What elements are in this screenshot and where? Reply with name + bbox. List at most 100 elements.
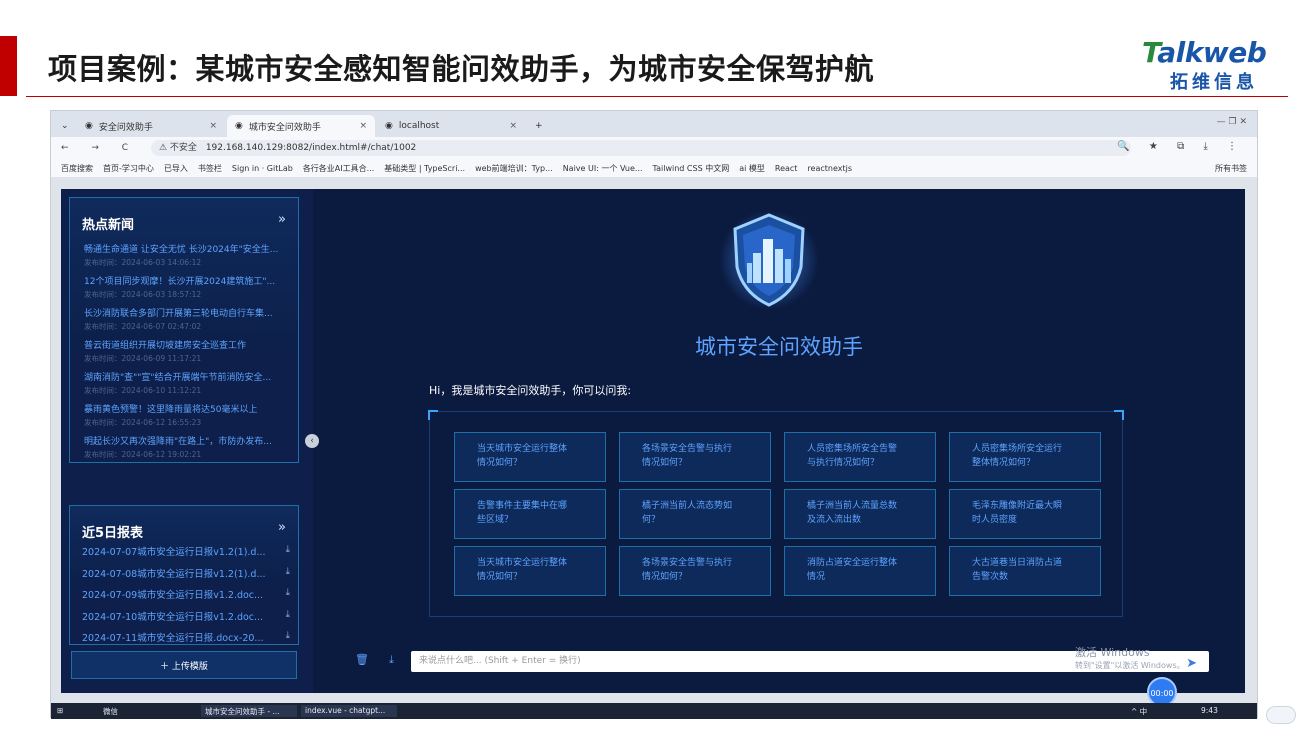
news-heading: 热点新闻 (82, 218, 135, 233)
news-time: 发布时间：2024-06-07 02:47:02 (84, 322, 202, 331)
bookmarks-bar: 百度搜索 首页-学习中心 已导入 书签栏 Sign in · GitLab 各行各业AI工… (51, 159, 1257, 177)
browser-window: ⌄ ◉ 安全问效助手 × ◉ 城市安全问效助手 × ◉ localhost × … (50, 110, 1258, 719)
download-icon[interactable]: ⤓ (389, 653, 394, 667)
news-item[interactable]: 普云街道组织开展切坡建房安全巡查工作 发布时间：2024-06-09 11:17:… (84, 338, 294, 364)
news-time: 发布时间：2024-06-09 11:17:21 (84, 354, 202, 363)
report-item[interactable]: 2024-07-10城市安全运行日报v1.2.doc... ⤓ (82, 609, 290, 623)
reports-more-icon[interactable]: » (278, 520, 286, 535)
news-title: 明起长沙又再次强降雨"在路上"，市防办发布... (84, 437, 272, 447)
taskbar-wechat[interactable]: 微信 (103, 706, 118, 717)
close-icon[interactable]: × (509, 121, 517, 131)
bookmark-item[interactable]: 已导入 (164, 163, 188, 174)
bookmark-item[interactable]: Naive UI: 一个 Vue... (563, 163, 643, 174)
close-icon[interactable]: × (209, 121, 217, 131)
address-bar-actions[interactable]: 🔍 ★ ⧉ ⤓ ⋮ (1117, 141, 1245, 152)
address-bar-row: ← → C ⌂ ⚠ 不安全 192.168.140.129:8082/index… (51, 137, 1257, 159)
news-item[interactable]: 湖南消防"查""宣"结合开展端午节前消防安全... 发布时间：2024-06-10… (84, 370, 294, 396)
report-item[interactable]: 2024-07-07城市安全运行日报v1.2(1).d... ⤓ (82, 544, 290, 558)
bookmark-item[interactable]: reactnextjs (807, 164, 852, 173)
download-icon[interactable]: ⤓ (286, 544, 290, 558)
reports-panel: 近5日报表 » 2024-07-07城市安全运行日报v1.2(1).d... ⤓ 2… (69, 505, 299, 645)
download-icon[interactable]: ⤓ (286, 587, 290, 601)
tab-favicon-icon: ◉ (235, 121, 243, 131)
title-accent-bar (0, 36, 17, 96)
bookmark-item[interactable]: 首页-学习中心 (103, 163, 154, 174)
logo-word: Talkweb (1142, 36, 1267, 69)
system-tray[interactable]: ^ 中 (1131, 706, 1147, 717)
download-icon[interactable]: ⤓ (286, 566, 290, 580)
news-time: 发布时间：2024-06-03 18:57:12 (84, 290, 202, 299)
news-time: 发布时间：2024-06-03 14:06:12 (84, 258, 202, 267)
upload-template-button[interactable]: ＋ 上传模版 (71, 651, 297, 679)
tab-city-safety-assistant[interactable]: ◉ 城市安全问效助手 × (227, 115, 375, 137)
url-text: 192.168.140.129:8082/index.html#/chat/10… (205, 143, 417, 153)
report-item[interactable]: 2024-07-09城市安全运行日报v1.2.doc... ⤓ (82, 587, 290, 601)
send-icon[interactable]: ➤ (1186, 653, 1197, 674)
tab-favicon-icon: ◉ (385, 121, 393, 131)
taskbar-vscode[interactable]: index.vue - chatgpt... (305, 706, 385, 715)
report-item[interactable]: 2024-07-08城市安全运行日报v1.2(1).d... ⤓ (82, 566, 290, 580)
bookmark-item[interactable]: React (775, 164, 798, 173)
news-time: 发布时间：2024-06-12 19:02:21 (84, 450, 202, 459)
news-panel: 热点新闻 » 畅通生命通道 让安全无忧 长沙2024年"安全生... 发布时间：2… (69, 197, 299, 463)
report-name: 2024-07-08城市安全运行日报v1.2(1).d... (82, 568, 266, 580)
bookmark-item[interactable]: 书签栏 (198, 163, 222, 174)
suggestion-card[interactable]: 告警事件主要集中在哪 些区域？ (454, 489, 606, 539)
suggestion-card[interactable]: 橘子洲当前人流态势如 何？ (619, 489, 771, 539)
bookmark-item[interactable]: 百度搜索 (61, 163, 93, 174)
suggestion-card[interactable]: 当天城市安全运行整体 情况如何？ (454, 546, 606, 596)
suggestion-card[interactable]: 毛泽东雕像附近最大瞬 时人员密度 (949, 489, 1101, 539)
suggestion-card[interactable]: 人员密集场所安全告警 与执行情况如何？ (784, 432, 936, 482)
new-tab-button[interactable]: + (527, 115, 547, 137)
chat-input-bar: 🗑 ⤓ 来说点什么吧... (Shift + Enter = 换行) 激活 Wi… (313, 647, 1245, 677)
news-item[interactable]: 畅通生命通道 让安全无忧 长沙2024年"安全生... 发布时间：2024-06-… (84, 242, 294, 268)
bookmark-item[interactable]: ai 模型 (739, 163, 765, 174)
tab-localhost[interactable]: ◉ localhost × (377, 115, 525, 137)
report-item[interactable]: 2024-07-11城市安全运行日报.docx-20... ⤓ (82, 630, 290, 644)
windows-activation-watermark: 激活 Windows 转到"设置"以激活 Windows。 (1075, 646, 1185, 671)
suggestion-card[interactable]: 人员密集场所安全运行 整体情况如何？ (949, 432, 1101, 482)
bookmark-item[interactable]: web前端培训：Typ... (475, 163, 553, 174)
news-item[interactable]: 长沙消防联合多部门开展第三轮电动自行车集... 发布时间：2024-06-07 0… (84, 306, 294, 332)
download-icon[interactable]: ⤓ (286, 609, 290, 623)
news-item[interactable]: 暴雨黄色预警！这里降雨量将达50毫米以上 发布时间：2024-06-12 16:5… (84, 402, 294, 428)
chat-input[interactable]: 来说点什么吧... (Shift + Enter = 换行) 激活 Window… (411, 647, 1209, 674)
news-title: 普云街道组织开展切坡建房安全巡查工作 (84, 341, 247, 351)
app-page: 热点新闻 » 畅通生命通道 让安全无忧 长沙2024年"安全生... 发布时间：2… (61, 189, 1245, 693)
not-secure-badge[interactable]: ⚠ 不安全 (159, 143, 197, 153)
suggestion-card[interactable]: 当天城市安全运行整体 情况如何？ (454, 432, 606, 482)
suggestion-card[interactable]: 橘子洲当前人流量总数 及流入流出数 (784, 489, 936, 539)
download-icon[interactable]: ⤓ (286, 630, 290, 644)
all-bookmarks[interactable]: 所有书签 (1215, 163, 1247, 174)
close-icon[interactable]: × (359, 121, 367, 131)
url-field[interactable]: ⚠ 不安全 192.168.140.129:8082/index.html#/c… (151, 140, 1131, 156)
assistant-title: 城市安全问效助手 (695, 335, 863, 359)
news-item[interactable]: 明起长沙又再次强降雨"在路上"，市防办发布... 发布时间：2024-06-12 … (84, 434, 294, 460)
report-name: 2024-07-11城市安全运行日报.docx-20... (82, 633, 264, 644)
bookmark-item[interactable]: 基础类型 | TypeScri... (384, 163, 465, 174)
suggestion-card[interactable]: 大古道巷当日消防占道 告警次数 (949, 546, 1101, 596)
tab-menu-button[interactable]: ⌄ (53, 115, 73, 137)
suggestion-card[interactable]: 各场景安全告警与执行 情况如何？ (619, 546, 771, 596)
city-shield-logo (719, 210, 819, 310)
taskbar: ⊞ 微信 城市安全问效助手 - ... index.vue - chatgpt.… (51, 703, 1257, 719)
greeting-text: Hi，我是城市安全问效助手，你可以问我: (429, 384, 632, 397)
delete-icon[interactable]: 🗑 (355, 653, 369, 666)
report-name: 2024-07-07城市安全运行日报v1.2(1).d... (82, 547, 266, 558)
window-controls[interactable]: — ❐ ✕ (1217, 117, 1247, 127)
taskbar-chrome[interactable]: 城市安全问效助手 - ... (205, 706, 280, 717)
bookmark-item[interactable]: Tailwind CSS 中文网 (653, 163, 730, 174)
news-item[interactable]: 12个项目同步观摩！长沙开展2024建筑施工"... 发布时间：2024-06-0… (84, 274, 294, 300)
news-title: 12个项目同步观摩！长沙开展2024建筑施工"... (84, 277, 276, 287)
news-title: 暴雨黄色预警！这里降雨量将达50毫米以上 (84, 405, 258, 415)
chat-main: 城市安全问效助手 Hi，我是城市安全问效助手，你可以问我: 当天城市安全运行整体… (313, 189, 1245, 693)
start-icon[interactable]: ⊞ (57, 706, 63, 715)
bookmark-item[interactable]: Sign in · GitLab (232, 164, 293, 173)
suggestion-card[interactable]: 消防占道安全运行整体 情况 (784, 546, 936, 596)
bookmark-item[interactable]: 各行各业AI工具合... (303, 163, 374, 174)
report-name: 2024-07-10城市安全运行日报v1.2.doc... (82, 611, 264, 623)
suggestion-card[interactable]: 各场景安全告警与执行 情况如何？ (619, 432, 771, 482)
tab-safety-assistant[interactable]: ◉ 安全问效助手 × (77, 115, 225, 137)
slide-scroll-handle[interactable] (1266, 706, 1296, 724)
news-more-icon[interactable]: » (278, 212, 286, 227)
